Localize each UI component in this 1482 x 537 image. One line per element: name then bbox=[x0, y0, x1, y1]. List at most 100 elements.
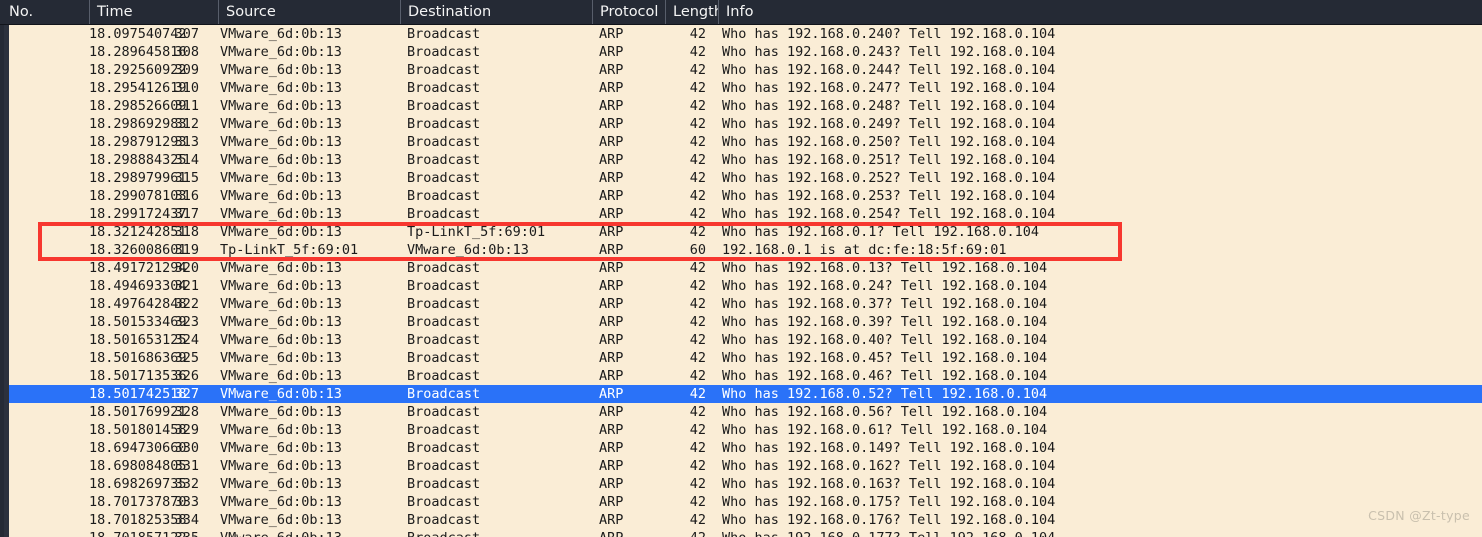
packet-cell-length: 42 bbox=[689, 314, 706, 330]
packet-cell-source: VMware_6d:0b:13 bbox=[220, 134, 342, 150]
packet-cell-length: 42 bbox=[689, 260, 706, 276]
packet-row[interactable]: 307 18.097540742 VMware_6d:0b:13 Broadcast A… bbox=[9, 25, 1482, 43]
packet-list-header[interactable]: No. Time Source Destination Protocol Len… bbox=[0, 0, 1482, 25]
packet-cell-destination: Broadcast bbox=[407, 476, 481, 492]
packet-row[interactable]: 309 18.292560922 VMware_6d:0b:13 Broadcast A… bbox=[9, 61, 1482, 79]
packet-cell-length: 42 bbox=[689, 44, 706, 60]
column-header-length[interactable]: Length bbox=[665, 0, 718, 24]
packet-cell-length: 42 bbox=[689, 152, 706, 168]
packet-row[interactable]: 318 18.321242851 VMware_6d:0b:13 Tp-LinkT_5… bbox=[9, 223, 1482, 241]
packet-cell-length: 42 bbox=[689, 80, 706, 96]
packet-cell-length: 42 bbox=[689, 296, 706, 312]
packet-cell-info: Who has 192.168.0.251? Tell 192.168.0.10… bbox=[722, 152, 1056, 168]
packet-cell-info: Who has 192.168.0.240? Tell 192.168.0.10… bbox=[722, 26, 1056, 42]
packet-cell-time: 18.501769921 bbox=[89, 404, 187, 420]
packet-cell-destination: Broadcast bbox=[407, 440, 481, 456]
packet-row[interactable]: 334 18.701825358 VMware_6d:0b:13 Broadcast A… bbox=[9, 511, 1482, 529]
packet-row[interactable]: 320 18.491721294 VMware_6d:0b:13 Broadcast A… bbox=[9, 259, 1482, 277]
packet-cell-destination: Broadcast bbox=[407, 332, 481, 348]
packet-cell-length: 42 bbox=[689, 512, 706, 528]
packet-row[interactable]: 321 18.494693304 VMware_6d:0b:13 Broadcast A… bbox=[9, 277, 1482, 295]
packet-cell-source: VMware_6d:0b:13 bbox=[220, 278, 342, 294]
packet-row[interactable]: 313 18.298791293 VMware_6d:0b:13 Broadcast A… bbox=[9, 133, 1482, 151]
packet-cell-time: 18.694730660 bbox=[89, 440, 187, 456]
column-header-protocol[interactable]: Protocol bbox=[592, 0, 665, 24]
packet-row[interactable]: 312 18.298692983 VMware_6d:0b:13 Broadcast A… bbox=[9, 115, 1482, 133]
packet-cell-destination: Broadcast bbox=[407, 278, 481, 294]
packet-cell-length: 42 bbox=[689, 440, 706, 456]
packet-cell-time: 18.701825358 bbox=[89, 512, 187, 528]
packet-row[interactable]: 310 18.295412619 VMware_6d:0b:13 Broadcast A… bbox=[9, 79, 1482, 97]
packet-cell-length: 42 bbox=[689, 404, 706, 420]
packet-cell-source: VMware_6d:0b:13 bbox=[220, 494, 342, 510]
packet-cell-destination: Broadcast bbox=[407, 386, 481, 402]
packet-cell-info: Who has 192.168.0.252? Tell 192.168.0.10… bbox=[722, 170, 1056, 186]
packet-row[interactable]: 327 18.501742518 VMware_6d:0b:13 Broadcast A… bbox=[9, 385, 1482, 403]
packet-cell-length: 60 bbox=[689, 242, 706, 258]
packet-row[interactable]: 311 18.298526609 VMware_6d:0b:13 Broadcast A… bbox=[9, 97, 1482, 115]
packet-row[interactable]: 314 18.298884325 VMware_6d:0b:13 Broadcast A… bbox=[9, 151, 1482, 169]
packet-cell-destination: Broadcast bbox=[407, 494, 481, 510]
packet-cell-time: 18.298791293 bbox=[89, 134, 187, 150]
packet-cell-source: VMware_6d:0b:13 bbox=[220, 260, 342, 276]
packet-cell-destination: Broadcast bbox=[407, 152, 481, 168]
packet-row[interactable]: 330 18.694730660 VMware_6d:0b:13 Broadcast A… bbox=[9, 439, 1482, 457]
packet-cell-length: 42 bbox=[689, 494, 706, 510]
packet-cell-time: 18.501533469 bbox=[89, 314, 187, 330]
packet-cell-length: 42 bbox=[689, 26, 706, 42]
packet-list-rows[interactable]: 307 18.097540742 VMware_6d:0b:13 Broadcast A… bbox=[9, 25, 1482, 537]
packet-cell-time: 18.494693304 bbox=[89, 278, 187, 294]
packet-cell-source: VMware_6d:0b:13 bbox=[220, 458, 342, 474]
packet-row[interactable]: 316 18.299078103 VMware_6d:0b:13 Broadcast A… bbox=[9, 187, 1482, 205]
packet-cell-time: 18.299078103 bbox=[89, 188, 187, 204]
packet-cell-time: 18.097540742 bbox=[89, 26, 187, 42]
packet-cell-source: VMware_6d:0b:13 bbox=[220, 296, 342, 312]
column-header-info[interactable]: Info bbox=[718, 0, 1478, 24]
packet-cell-time: 18.501713536 bbox=[89, 368, 187, 384]
packet-row[interactable]: 332 18.698269735 VMware_6d:0b:13 Broadcast A… bbox=[9, 475, 1482, 493]
packet-cell-length: 42 bbox=[689, 98, 706, 114]
packet-row[interactable]: 326 18.501713536 VMware_6d:0b:13 Broadcast A… bbox=[9, 367, 1482, 385]
packet-row[interactable]: 322 18.497642848 VMware_6d:0b:13 Broadcast A… bbox=[9, 295, 1482, 313]
column-header-source[interactable]: Source bbox=[218, 0, 400, 24]
packet-cell-time: 18.701737870 bbox=[89, 494, 187, 510]
packet-cell-time: 18.701857122 bbox=[89, 529, 211, 537]
packet-row[interactable]: 333 18.701737870 VMware_6d:0b:13 Broadcast A… bbox=[9, 493, 1482, 511]
packet-cell-time: 18.501653125 bbox=[89, 332, 187, 348]
packet-row[interactable]: 33518.701857122VMware_6d:0b:13BroadcastA… bbox=[9, 529, 1482, 537]
packet-row[interactable]: 329 18.501801458 VMware_6d:0b:13 Broadcast A… bbox=[9, 421, 1482, 439]
packet-row[interactable]: 328 18.501769921 VMware_6d:0b:13 Broadcast A… bbox=[9, 403, 1482, 421]
packet-row[interactable]: 324 18.501653125 VMware_6d:0b:13 Broadcast A… bbox=[9, 331, 1482, 349]
packet-cell-source: VMware_6d:0b:13 bbox=[220, 26, 342, 42]
packet-cell-source: VMware_6d:0b:13 bbox=[220, 116, 342, 132]
packet-row[interactable]: 325 18.501686369 VMware_6d:0b:13 Broadcast A… bbox=[9, 349, 1482, 367]
column-header-no[interactable]: No. bbox=[2, 0, 80, 24]
packet-row[interactable]: 323 18.501533469 VMware_6d:0b:13 Broadcast A… bbox=[9, 313, 1482, 331]
packet-cell-source: VMware_6d:0b:13 bbox=[220, 170, 342, 186]
packet-row[interactable]: 331 18.698084805 VMware_6d:0b:13 Broadcast A… bbox=[9, 457, 1482, 475]
packet-cell-length: 42 bbox=[689, 62, 706, 78]
packet-row[interactable]: 308 18.289645816 VMware_6d:0b:13 Broadcast A… bbox=[9, 43, 1482, 61]
packet-cell-time: 18.491721294 bbox=[89, 260, 187, 276]
packet-row[interactable]: 315 18.298979961 VMware_6d:0b:13 Broadcast A… bbox=[9, 169, 1482, 187]
packet-cell-source: VMware_6d:0b:13 bbox=[220, 98, 342, 114]
column-header-time[interactable]: Time bbox=[89, 0, 218, 24]
packet-cell-destination: Broadcast bbox=[407, 422, 481, 438]
column-header-destination[interactable]: Destination bbox=[400, 0, 592, 24]
packet-row[interactable]: 319 18.326008601 Tp-LinkT_5f:69:01 VMware_6… bbox=[9, 241, 1482, 259]
packet-cell-source: VMware_6d:0b:13 bbox=[220, 368, 342, 384]
packet-cell-destination: Broadcast bbox=[407, 458, 481, 474]
packet-cell-destination: Broadcast bbox=[407, 188, 481, 204]
packet-cell-source: VMware_6d:0b:13 bbox=[220, 529, 404, 537]
packet-cell-source: VMware_6d:0b:13 bbox=[220, 152, 342, 168]
packet-cell-source: VMware_6d:0b:13 bbox=[220, 512, 342, 528]
packet-list-left-gutter bbox=[0, 25, 9, 537]
packet-cell-info: 192.168.0.1 is at dc:fe:18:5f:69:01 bbox=[722, 242, 1007, 258]
packet-cell-length: 42 bbox=[689, 422, 706, 438]
packet-row[interactable]: 317 18.299172437 VMware_6d:0b:13 Broadcast A… bbox=[9, 205, 1482, 223]
packet-cell-source: VMware_6d:0b:13 bbox=[220, 44, 342, 60]
packet-cell-length: 42 bbox=[689, 116, 706, 132]
packet-cell-info: Who has 192.168.0.61? Tell 192.168.0.104 bbox=[722, 422, 1048, 438]
packet-cell-destination: Tp-LinkT_5f:69:01 bbox=[407, 224, 546, 240]
packet-cell-destination: Broadcast bbox=[407, 62, 481, 78]
